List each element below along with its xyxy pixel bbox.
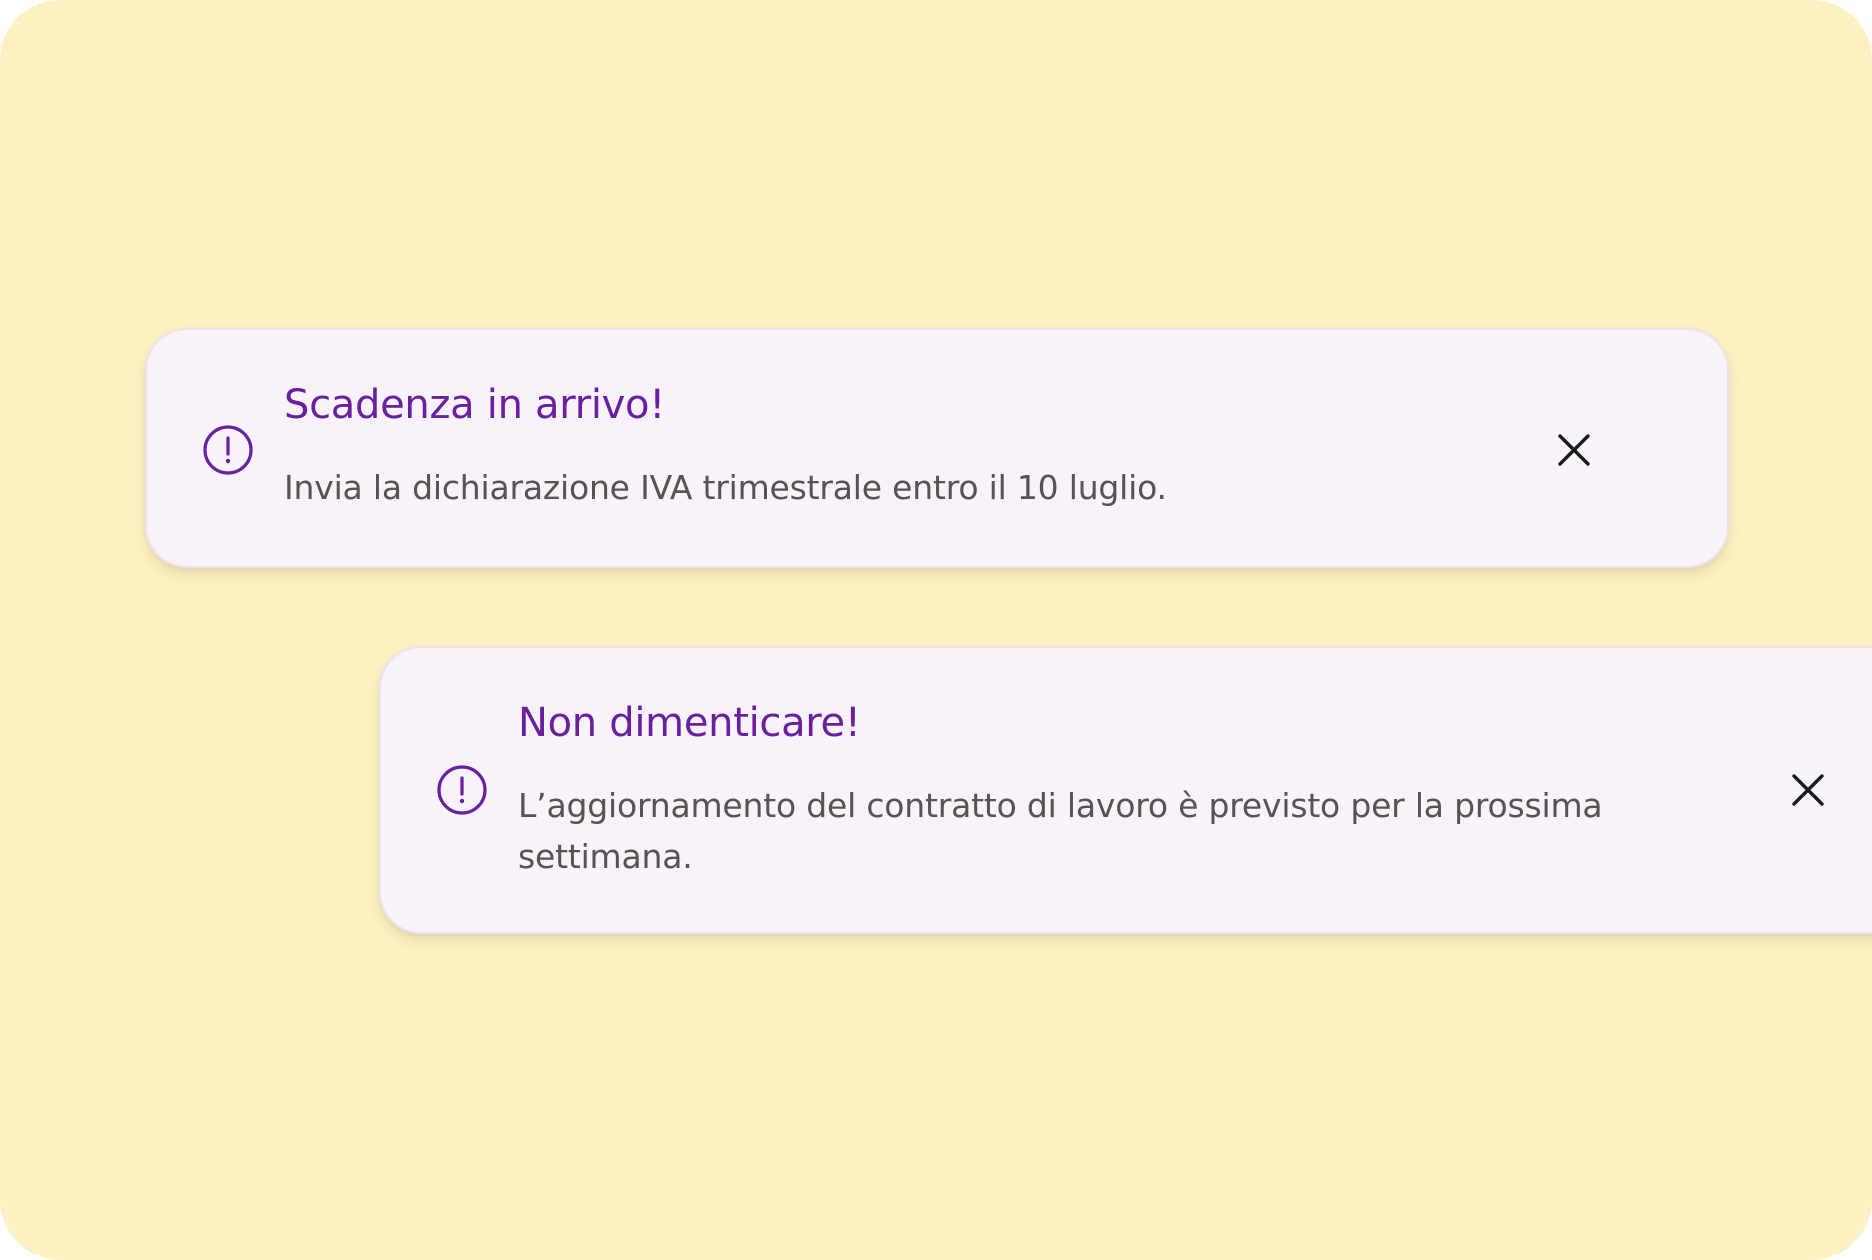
notification-title: Non dimenticare!	[518, 700, 861, 746]
notification-toast: Non dimenticare! L’aggiornamento del con…	[379, 646, 1872, 934]
notification-toast: Scadenza in arrivo! Invia la dichiarazio…	[145, 328, 1729, 568]
close-icon[interactable]	[1552, 428, 1596, 472]
notification-message: Invia la dichiarazione IVA trimestrale e…	[284, 468, 1167, 507]
notification-title: Scadenza in arrivo!	[284, 382, 665, 428]
alert-circle-icon	[202, 424, 254, 476]
alert-circle-icon	[436, 764, 488, 816]
close-icon[interactable]	[1786, 768, 1830, 812]
canvas: Scadenza in arrivo! Invia la dichiarazio…	[0, 0, 1872, 1260]
notification-message: L’aggiornamento del contratto di lavoro …	[518, 786, 1603, 876]
